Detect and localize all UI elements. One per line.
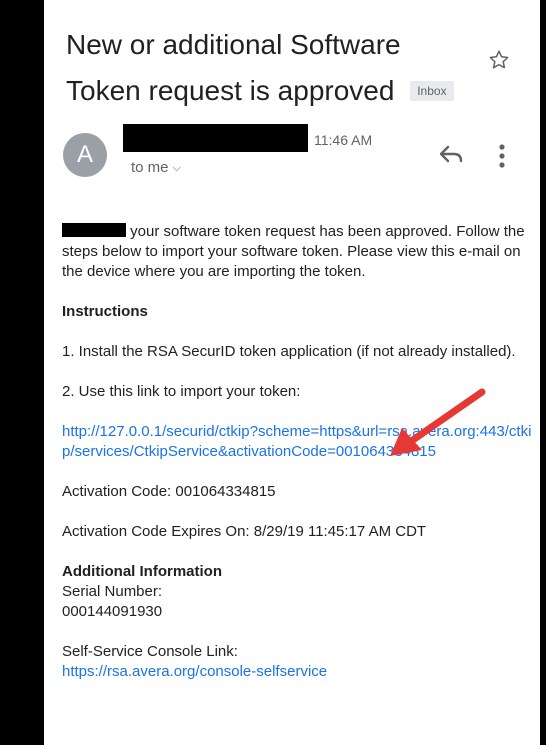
to-me-label: to me: [131, 159, 169, 176]
serial-label: Serial Number:: [62, 583, 163, 600]
instructions-heading: Instructions: [62, 303, 148, 320]
intro-text: your software token request has been app…: [62, 223, 525, 280]
self-service-console-link[interactable]: https://rsa.avera.org/console-selfservic…: [62, 663, 327, 680]
console-link-paragraph: https://rsa.avera.org/console-selfservic…: [62, 662, 532, 682]
activation-expiry: Activation Code Expires On: 8/29/19 11:4…: [62, 523, 427, 540]
step-1: 1. Install the RSA SecurID token applica…: [62, 343, 516, 360]
email-time: 11:46 AM: [314, 132, 373, 148]
reply-icon[interactable]: [438, 143, 464, 165]
subject-text: New or additional Software Token request…: [66, 29, 401, 106]
inbox-label-chip[interactable]: Inbox: [410, 81, 454, 101]
additional-info-heading: Additional Information: [62, 563, 222, 580]
right-black-border: [540, 0, 546, 745]
recipient-name-redacted: [62, 223, 126, 237]
serial-value: 000144091930: [62, 603, 163, 620]
email-subject: New or additional Software Token request…: [66, 22, 476, 114]
sender-name-redacted: [123, 124, 308, 152]
recipient-toggle[interactable]: to me ⌵: [131, 159, 181, 176]
sender-avatar[interactable]: A: [63, 133, 107, 177]
left-black-border: [0, 0, 44, 745]
chevron-down-icon: ⌵: [172, 162, 181, 174]
more-vert-icon[interactable]: [496, 142, 508, 170]
intro-paragraph: your software token request has been app…: [62, 222, 532, 282]
star-icon[interactable]: [487, 48, 511, 72]
annotation-arrow-icon: [390, 388, 486, 456]
activation-code: Activation Code: 001064334815: [62, 483, 276, 500]
console-label: Self-Service Console Link:: [62, 643, 238, 660]
